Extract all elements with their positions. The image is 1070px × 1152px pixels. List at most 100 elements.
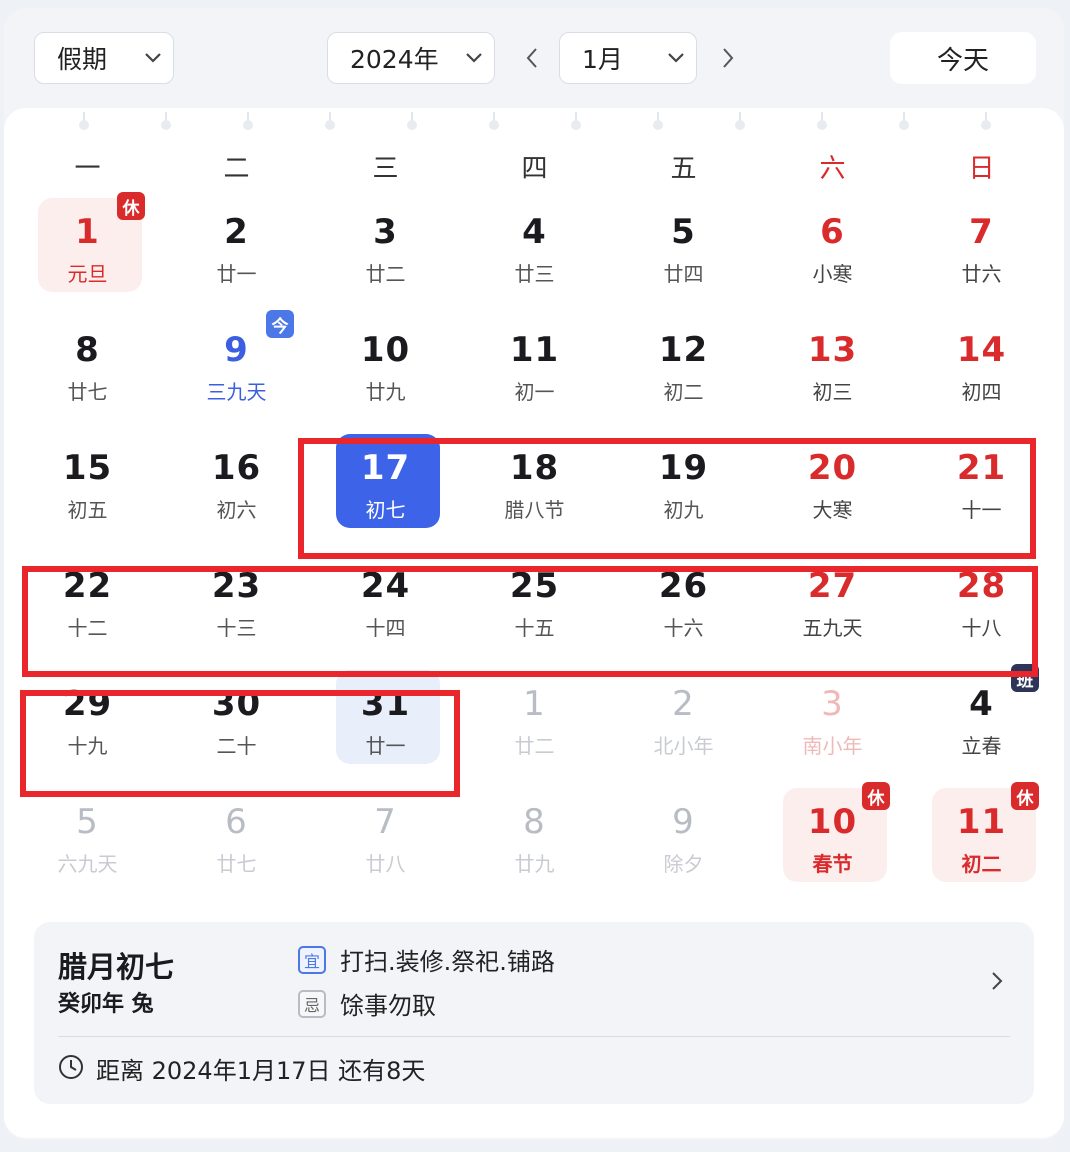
month-select[interactable]: 1月 [559,32,697,84]
binder-ring [325,112,335,130]
day-cell[interactable]: 15 初五 [13,424,162,542]
binder-ring [243,112,253,130]
lunar-label: 廿二 [514,734,555,758]
day-number: 2 [672,684,695,724]
lunar-label: 廿四 [663,262,704,286]
binder-ring [79,112,89,130]
holiday-select-label: 假期 [57,45,108,74]
day-number: 5 [76,802,99,842]
weekday-sun: 日 [968,154,995,184]
day-number: 5 [671,212,696,252]
chevron-left-icon [526,48,537,68]
lunar-label: 初三 [812,380,853,404]
calendar-toolbar: 假期 2024年 1月 今天 [0,0,1070,110]
weekday-sat: 六 [819,154,846,184]
rest-badge: 休 [862,782,890,810]
ganzhi-year: 癸卯年 兔 [58,991,154,1017]
day-number: 13 [807,330,858,370]
lunar-label: 小寒 [812,262,853,286]
day-number: 9 [672,802,695,842]
weekday-fri: 五 [670,154,697,184]
day-cell[interactable]: 10 廿九 [311,306,460,424]
binder-ring [571,112,581,130]
binder-ring [735,112,745,130]
day-cell[interactable]: 12 初二 [609,306,758,424]
day-cell[interactable]: 4 立春班 [907,660,1056,778]
day-cell[interactable]: 9 除夕 [609,778,758,896]
lunar-label: 廿七 [216,852,257,876]
chevron-down-icon [133,52,173,64]
binder-ring [489,112,499,130]
day-number: 11 [509,330,560,370]
holiday-select[interactable]: 假期 [34,32,174,84]
day-cell[interactable]: 8 廿七 [13,306,162,424]
lunar-label: 廿九 [514,852,555,876]
day-number: 12 [658,330,709,370]
binder-ring [653,112,663,130]
lunar-label: 初四 [961,380,1002,404]
day-cell[interactable]: 3 南小年 [758,660,907,778]
binder-ring [161,112,171,130]
day-cell[interactable]: 7 廿六 [907,188,1056,306]
ji-activities: 馀事勿取 [340,992,436,1020]
weekday-mon: 一 [74,154,101,184]
today-button[interactable]: 今天 [890,32,1036,84]
highlight-frame [20,690,460,797]
day-cell[interactable]: 6 小寒 [758,188,907,306]
lunar-label: 初二 [961,852,1002,876]
day-cell[interactable]: 2 北小年 [609,660,758,778]
day-cell[interactable]: 11 初二休 [907,778,1056,896]
lunar-label: 南小年 [802,734,863,758]
day-number: 3 [373,212,398,252]
day-cell[interactable]: 4 廿三 [460,188,609,306]
day-number: 6 [225,802,248,842]
weekday-tue: 二 [223,154,250,184]
day-number: 7 [969,212,994,252]
day-cell[interactable]: 13 初三 [758,306,907,424]
next-month-button[interactable] [713,40,743,76]
day-cell[interactable]: 9 三九天今 [162,306,311,424]
day-cell[interactable]: 8 廿九 [460,778,609,896]
year-select[interactable]: 2024年 [327,32,495,84]
day-cell[interactable]: 11 初一 [460,306,609,424]
today-badge: 今 [266,310,294,338]
lunar-label: 廿九 [365,380,406,404]
lunar-label: 北小年 [653,734,714,758]
day-cell[interactable]: 14 初四 [907,306,1056,424]
highlight-frame [22,566,1038,677]
lunar-label: 廿三 [514,262,555,286]
lunar-label: 立春 [961,734,1002,758]
lunar-label: 初六 [216,498,257,522]
day-number: 1 [523,684,546,724]
detail-more-button[interactable] [982,966,1012,996]
weekday-wed: 三 [372,154,399,184]
day-number: 14 [956,330,1007,370]
prev-month-button[interactable] [517,40,547,76]
day-cell[interactable]: 10 春节休 [758,778,907,896]
binder-ring [817,112,827,130]
lunar-label: 三九天 [206,380,267,404]
day-cell[interactable]: 1 廿二 [460,660,609,778]
day-detail-panel[interactable]: 腊月初七 癸卯年 兔 宜 打扫.装修.祭祀.铺路 忌 馀事勿取 距离 2024年… [34,922,1034,1104]
day-cell[interactable]: 1 元旦休 [13,188,162,306]
countdown-text: 距离 2024年1月17日 还有8天 [96,1057,426,1085]
day-number: 6 [820,212,845,252]
lunar-label: 元旦 [67,262,108,286]
day-number: 15 [62,448,113,488]
lunar-label: 初五 [67,498,108,522]
day-cell[interactable]: 16 初六 [162,424,311,542]
day-number: 3 [821,684,844,724]
day-number: 8 [75,330,100,370]
highlight-frame [298,438,1036,559]
divider [58,1036,1010,1037]
lunar-label: 春节 [812,852,853,876]
lunar-label: 廿六 [961,262,1002,286]
lunar-label: 除夕 [663,852,704,876]
day-cell[interactable]: 5 廿四 [609,188,758,306]
lunar-date: 腊月初七 [58,950,175,984]
day-number: 2 [224,212,249,252]
yi-activities: 打扫.装修.祭祀.铺路 [340,948,555,976]
day-cell[interactable]: 3 廿二 [311,188,460,306]
lunar-label: 六九天 [57,852,118,876]
day-cell[interactable]: 2 廿一 [162,188,311,306]
